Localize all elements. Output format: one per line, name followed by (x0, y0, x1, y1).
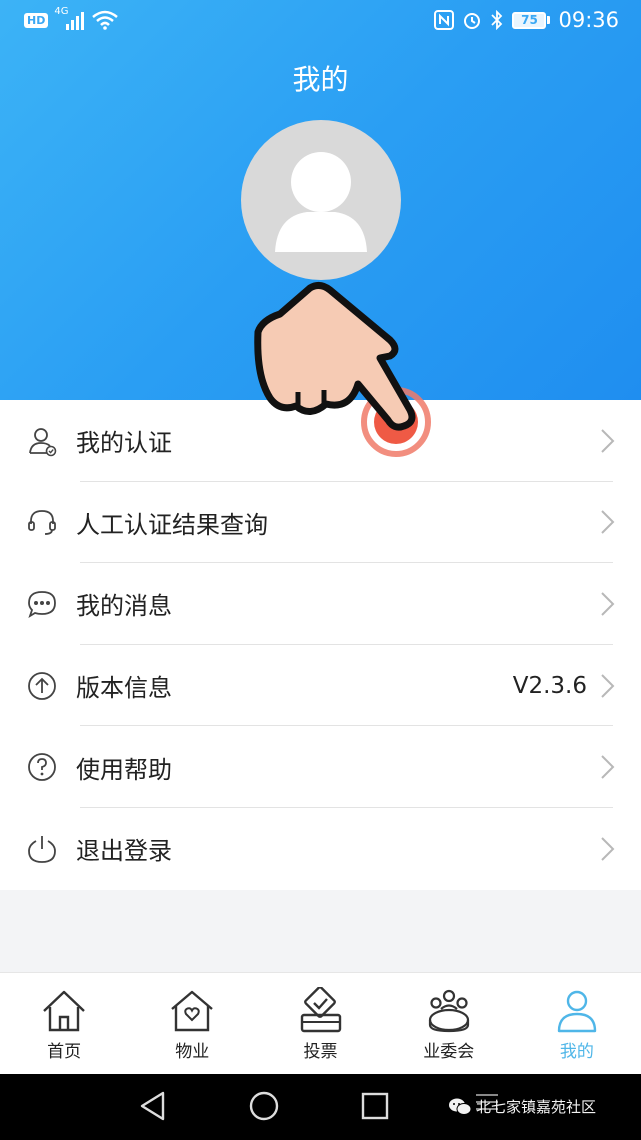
menu-item-label: 人工认证结果查询 (76, 510, 268, 539)
status-time: 09:36 (558, 8, 619, 32)
menu-item-messages[interactable]: 我的消息 (0, 563, 641, 645)
chevron-right-icon (601, 592, 615, 616)
battery-icon: 75 (512, 11, 551, 29)
menu-item-label: 版本信息 (76, 674, 172, 703)
user-verified-icon (24, 423, 60, 459)
message-bubble-icon (24, 586, 60, 622)
page-title: 我的 (292, 63, 349, 96)
menu-item-label: 我的消息 (76, 592, 172, 621)
tab-committee[interactable]: 业委会 (385, 973, 513, 1074)
home-button-icon[interactable] (248, 1090, 280, 1122)
wifi-icon (92, 10, 119, 30)
tab-label: 投票 (303, 1042, 338, 1062)
wechat-icon (449, 1098, 472, 1115)
nfc-icon (434, 10, 455, 30)
default-avatar-icon (275, 152, 367, 252)
signal-icon: 4G (54, 6, 85, 30)
chevron-right-icon (601, 837, 615, 861)
menu-item-label: 我的认证 (76, 429, 172, 458)
tab-mine[interactable]: 我的 (513, 973, 641, 1074)
menu-item-help[interactable]: 使用帮助 (0, 726, 641, 808)
person-icon (557, 990, 597, 1033)
recents-icon[interactable] (360, 1090, 390, 1122)
committee-icon (428, 989, 469, 1033)
back-icon[interactable] (138, 1090, 168, 1122)
tab-home[interactable]: 首页 (0, 973, 128, 1074)
menu-item-label: 退出登录 (76, 837, 172, 866)
status-bar: HD 4G 75 09:36 (0, 0, 641, 44)
menu-item-label: 使用帮助 (76, 755, 172, 784)
chevron-right-icon (601, 510, 615, 535)
headset-icon (24, 504, 60, 540)
upload-arrow-icon (24, 668, 60, 704)
network-type: 4G (54, 6, 69, 17)
bottom-tab-bar: 首页 物业 投票 业委会 我的 (0, 972, 641, 1074)
settings-menu: 我的认证 人工认证结果查询 我的消息 版本信息 V2.3.6 使用帮助 退出登录 (0, 400, 641, 890)
menu-item-version-info[interactable]: 版本信息 V2.3.6 (0, 645, 641, 727)
menu-item-manual-verification-query[interactable]: 人工认证结果查询 (0, 482, 641, 564)
chevron-right-icon (601, 755, 615, 779)
chevron-right-icon (601, 429, 615, 453)
tab-label: 我的 (559, 1042, 594, 1062)
battery-level: 75 (512, 11, 547, 29)
vote-box-icon (300, 987, 341, 1033)
pointing-hand-icon (254, 281, 431, 457)
chevron-right-icon (601, 673, 615, 698)
tab-label: 业委会 (423, 1042, 475, 1062)
home-icon (43, 990, 85, 1032)
property-heart-icon (171, 990, 214, 1032)
hd-badge: HD (24, 12, 49, 28)
watermark-text: 北七家镇嘉苑社区 (476, 1098, 597, 1116)
version-value: V2.3.6 (512, 672, 587, 699)
tab-label: 首页 (47, 1042, 82, 1062)
watermark: 北七家镇嘉苑社区 (448, 1096, 596, 1117)
avatar[interactable] (241, 120, 401, 280)
help-circle-icon (24, 749, 60, 785)
bluetooth-icon (491, 10, 503, 30)
tab-label: 物业 (175, 1042, 210, 1062)
power-icon (24, 831, 60, 867)
alarm-icon (464, 13, 481, 29)
tab-vote[interactable]: 投票 (256, 973, 384, 1074)
menu-item-logout[interactable]: 退出登录 (0, 808, 641, 890)
tab-property[interactable]: 物业 (128, 973, 256, 1074)
